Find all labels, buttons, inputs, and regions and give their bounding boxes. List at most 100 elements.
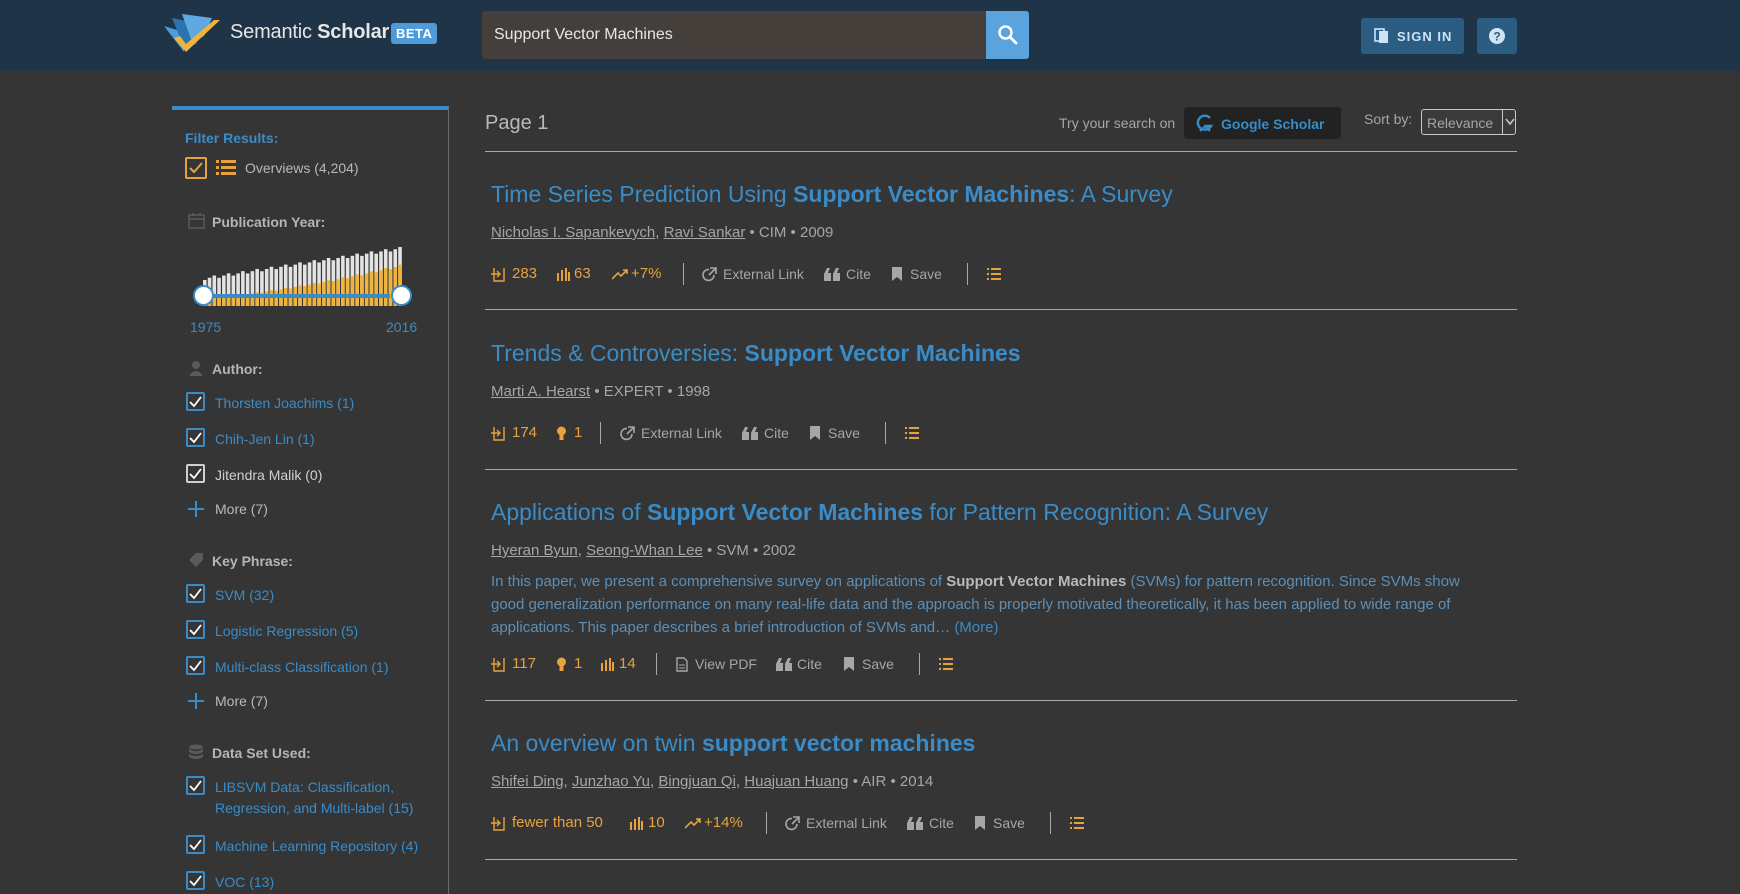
influence-count[interactable]: 14	[619, 655, 636, 672]
author-link[interactable]: Nicholas I. Sapankevych	[491, 224, 655, 241]
cite-label[interactable]: Cite	[846, 266, 871, 282]
trend-icon	[685, 818, 701, 829]
calendar-icon	[188, 213, 205, 229]
citation-count[interactable]: fewer than 50	[512, 814, 603, 831]
year-end-handle[interactable]	[391, 285, 412, 306]
keyphrase-option-3[interactable]: Multi-class Classification (1)	[215, 659, 388, 675]
divider	[485, 309, 1517, 310]
keyphrase-checkbox-1[interactable]	[186, 584, 205, 603]
influence-count[interactable]: 10	[648, 814, 665, 831]
external-link-label[interactable]: External Link	[723, 266, 804, 282]
author-link[interactable]: Marti A. Hearst	[491, 383, 590, 400]
plus-icon[interactable]	[187, 692, 205, 710]
highly-influential-count[interactable]: 1	[574, 424, 582, 441]
author-checkbox-1[interactable]	[186, 392, 205, 411]
year-start-handle[interactable]	[193, 285, 214, 306]
citation-count[interactable]: 117	[512, 655, 536, 672]
author-link[interactable]: Junzhao Yu	[572, 773, 650, 790]
overviews-checkbox[interactable]	[185, 157, 207, 179]
google-scholar-button[interactable]: Google Scholar	[1184, 107, 1341, 139]
tag-icon	[189, 553, 203, 567]
influence-count[interactable]: 63	[574, 265, 591, 282]
help-button[interactable]: ?	[1477, 18, 1517, 54]
quote-icon	[907, 817, 923, 830]
keyphrase-checkbox-3[interactable]	[186, 656, 205, 675]
filter-sidebar: Filter Results: Overviews (4,204) Public…	[172, 106, 449, 894]
result-title-2[interactable]: Trends & Controversies: Support Vector M…	[491, 340, 1021, 367]
year-start-label: 1975	[190, 319, 222, 335]
publication-year-heading: Publication Year:	[188, 213, 325, 230]
external-link-label[interactable]: External Link	[641, 425, 722, 441]
cite-label[interactable]: Cite	[797, 656, 822, 672]
keyphrase-more-link[interactable]: More (7)	[215, 693, 268, 709]
title-3-post: for Pattern Recognition: A Survey	[923, 499, 1269, 525]
author-option-1[interactable]: Thorsten Joachims (1)	[215, 395, 354, 411]
author-link[interactable]: Bingjuan Qi	[658, 773, 736, 790]
author-link[interactable]: Shifei Ding	[491, 773, 564, 790]
citation-count[interactable]: 174	[512, 424, 537, 441]
author-more-link[interactable]: More (7)	[215, 501, 268, 517]
velocity[interactable]: +14%	[704, 814, 743, 831]
search-input[interactable]	[482, 11, 986, 59]
dataset-option-2[interactable]: Machine Learning Repository (4)	[215, 838, 418, 854]
author-option-3[interactable]: Jitendra Malik (0)	[215, 467, 322, 483]
sign-in-button[interactable]: SIGN IN	[1361, 18, 1464, 54]
author-link[interactable]: Seong-Whan Lee	[586, 542, 703, 559]
citation-icon	[491, 427, 505, 441]
keyphrase-checkbox-2[interactable]	[186, 620, 205, 639]
view-pdf-label[interactable]: View PDF	[695, 656, 757, 672]
list-icon[interactable]	[987, 268, 1001, 281]
author-checkbox-3[interactable]	[186, 464, 205, 483]
save-label[interactable]: Save	[862, 656, 894, 672]
data-set-heading: Data Set Used:	[189, 744, 311, 761]
save-label[interactable]: Save	[993, 815, 1025, 831]
result-authors-2: Marti A. Hearst • EXPERT • 1998	[491, 383, 710, 400]
sort-select[interactable]: Relevance	[1421, 109, 1516, 135]
list-icon[interactable]	[939, 658, 953, 671]
semantic-scholar-logo[interactable]: Semantic Scholar BETA	[162, 12, 462, 58]
result-title-1[interactable]: Time Series Prediction Using Support Vec…	[491, 181, 1173, 208]
dataset-checkbox-2[interactable]	[186, 835, 205, 854]
save-label[interactable]: Save	[828, 425, 860, 441]
search-button[interactable]	[986, 11, 1029, 59]
keyphrase-option-1[interactable]: SVM (32)	[215, 587, 274, 603]
brand-name: Semantic Scholar	[230, 21, 389, 44]
list-icon[interactable]	[1070, 817, 1084, 830]
save-label[interactable]: Save	[910, 266, 942, 282]
cite-label[interactable]: Cite	[764, 425, 789, 441]
velocity[interactable]: +7%	[631, 265, 661, 282]
histogram-bar-highlight	[355, 274, 359, 306]
title-4-bold: support vector machines	[701, 730, 976, 756]
dataset-option-1[interactable]: LIBSVM Data: Classification, Regression,…	[215, 777, 413, 819]
result-title-4[interactable]: An overview on twin support vector machi…	[491, 730, 975, 757]
list-icon[interactable]	[905, 427, 919, 440]
author-option-2[interactable]: Chih-Jen Lin (1)	[215, 431, 315, 447]
highly-influential-count[interactable]: 1	[574, 655, 582, 672]
divider	[656, 653, 657, 675]
keyphrase-option-2[interactable]: Logistic Regression (5)	[215, 623, 358, 639]
top-header: Semantic Scholar BETA SIGN IN ?	[0, 0, 1740, 71]
histogram-bar-highlight	[269, 290, 274, 306]
author-link[interactable]: Ravi Sankar	[664, 224, 746, 241]
plus-icon[interactable]	[187, 500, 205, 518]
result-title-3[interactable]: Applications of Support Vector Machines …	[491, 499, 1268, 526]
external-link-label[interactable]: External Link	[806, 815, 887, 831]
year-end-label: 2016	[386, 319, 418, 335]
dataset-checkbox-1[interactable]	[186, 776, 205, 795]
author-heading: Author:	[189, 361, 263, 377]
dataset-checkbox-3[interactable]	[186, 871, 205, 890]
author-link[interactable]: Hyeran Byun	[491, 542, 578, 559]
check-icon	[189, 588, 202, 600]
histogram-bar-highlight	[345, 278, 350, 306]
citation-icon	[491, 658, 505, 672]
author-checkbox-2[interactable]	[186, 428, 205, 447]
divider	[766, 812, 767, 834]
citation-count[interactable]: 283	[512, 265, 537, 282]
dataset-option-3[interactable]: VOC (13)	[215, 874, 274, 890]
abstract-more-link[interactable]: (More)	[954, 619, 998, 636]
author-link[interactable]: Huajuan Huang	[744, 773, 848, 790]
year-range-track[interactable]	[204, 294, 390, 298]
title-2-pre: Trends & Controversies:	[491, 340, 745, 366]
cite-label[interactable]: Cite	[929, 815, 954, 831]
divider	[485, 859, 1517, 860]
